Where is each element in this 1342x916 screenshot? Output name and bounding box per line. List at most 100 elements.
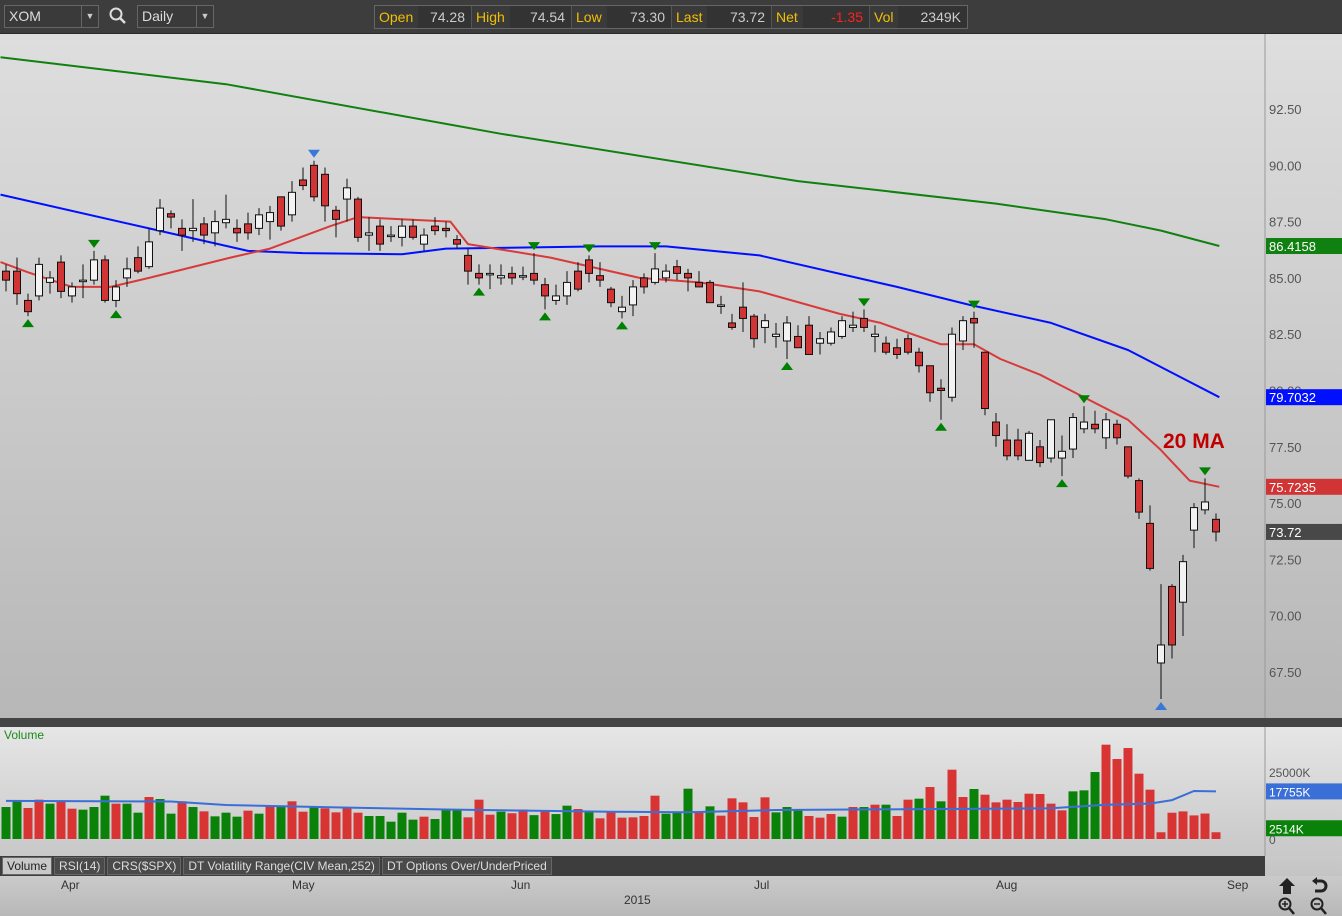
interval-dropdown-chevron-icon[interactable]: ▼ [196, 6, 213, 27]
volume-bar [375, 815, 385, 839]
candle [90, 250, 98, 285]
candle-body [585, 259, 593, 274]
candle-body [1091, 423, 1099, 430]
candle-body [794, 335, 802, 349]
volume-ma-line [5, 789, 1217, 814]
candle-body [519, 275, 527, 278]
quote-label: Net [776, 9, 798, 25]
volume-bar [45, 803, 55, 839]
volume-panel[interactable]: Volume 25000K 0 17755K 2514K [0, 727, 1342, 856]
zoom-out-icon[interactable] [1309, 897, 1329, 915]
tab-dt-options[interactable]: DT Options Over/UnderPriced [381, 857, 552, 875]
quote-label: High [476, 9, 505, 25]
candle [926, 365, 934, 402]
candle-body [409, 225, 417, 238]
volume-bar [837, 816, 847, 839]
candle [46, 271, 54, 294]
volume-bar [34, 799, 44, 839]
candle [574, 262, 582, 292]
volume-bar [353, 812, 363, 839]
candle [24, 293, 32, 317]
volume-bar [452, 810, 462, 839]
candle-body [772, 333, 780, 337]
volume-bar [628, 817, 638, 839]
candle-body [57, 261, 65, 292]
symbol-dropdown-chevron-icon[interactable]: ▼ [81, 6, 98, 27]
pivot-low-marker [935, 422, 947, 431]
candle [134, 246, 142, 274]
candle [409, 219, 417, 240]
candle-body [233, 227, 241, 234]
volume-bar [914, 798, 924, 839]
candle [1157, 584, 1165, 700]
candle-body [1069, 417, 1077, 450]
candle-body [420, 234, 428, 245]
pivot-low-marker [1056, 479, 1068, 488]
tab-crs[interactable]: CRS($SPX) [107, 857, 182, 875]
candle-body [90, 259, 98, 281]
candle-body [354, 198, 362, 238]
candle [937, 379, 945, 420]
volume-bar [947, 769, 957, 839]
y-tick-label: 75.00 [1269, 496, 1302, 511]
candle-body [1003, 439, 1011, 457]
volume-bar [397, 812, 407, 839]
candle [607, 286, 615, 308]
candle [1080, 406, 1088, 434]
y-tick-label: 72.50 [1269, 552, 1302, 567]
candle-body [816, 338, 824, 344]
candle-body [332, 209, 340, 220]
candle-body [1036, 446, 1044, 464]
y-tick-label: 77.50 [1269, 440, 1302, 455]
candle-body [266, 212, 274, 223]
candle [2, 264, 10, 292]
candle-body [750, 315, 758, 340]
candle-body [1135, 480, 1143, 513]
zoom-in-icon[interactable] [1277, 897, 1297, 915]
home-icon[interactable] [1277, 877, 1297, 895]
candle-body [134, 257, 142, 272]
volume-bar [155, 799, 165, 839]
candle-body [860, 317, 868, 328]
month-label: Apr [61, 878, 80, 892]
undo-icon[interactable] [1309, 877, 1329, 895]
pivot-low-marker [616, 321, 628, 330]
candle [211, 210, 219, 247]
date-axis[interactable]: Apr May Jun Jul Aug Sep 2015 [0, 876, 1342, 916]
candle [332, 205, 340, 238]
pivot-low-marker [781, 361, 793, 370]
tab-volume[interactable]: Volume [2, 857, 53, 875]
candle-body [1157, 644, 1165, 664]
tab-dt-volatility-range[interactable]: DT Volatility Range(CIV Mean,252) [183, 857, 380, 875]
volume-bar [958, 797, 968, 839]
candle [1212, 513, 1220, 542]
candle-body [101, 259, 109, 301]
symbol-input[interactable]: XOM ▼ [4, 5, 99, 28]
search-icon[interactable] [108, 6, 128, 26]
candle [805, 316, 813, 355]
candle [1014, 428, 1022, 461]
volume-bar [584, 811, 594, 839]
candle-body [200, 223, 208, 236]
y-tick-label: 87.50 [1269, 215, 1302, 230]
candle [156, 199, 164, 236]
pivot-high-marker [583, 244, 595, 253]
volume-chart[interactable]: Volume25000K017755K2514K [0, 727, 1342, 856]
candle-body [541, 284, 549, 297]
candle [79, 264, 87, 299]
interval-select[interactable]: Daily ▼ [137, 5, 214, 28]
pivot-high-marker [1199, 467, 1211, 476]
volume-bar [485, 814, 495, 839]
candle-body [849, 324, 857, 328]
panel-splitter[interactable] [0, 718, 1342, 727]
candle-body [695, 281, 703, 288]
volume-bar [331, 812, 341, 839]
quote-value: 73.72 [707, 6, 771, 28]
price-chart-panel[interactable]: 92.5090.0087.5085.0082.5080.0077.5075.00… [0, 34, 1342, 718]
price-chart[interactable]: 92.5090.0087.5085.0082.5080.0077.5075.00… [0, 34, 1342, 718]
candle [849, 311, 857, 332]
tab-rsi[interactable]: RSI(14) [54, 857, 106, 875]
candle-body [1190, 507, 1198, 531]
volume-bar [672, 812, 682, 839]
candle [1124, 446, 1132, 479]
